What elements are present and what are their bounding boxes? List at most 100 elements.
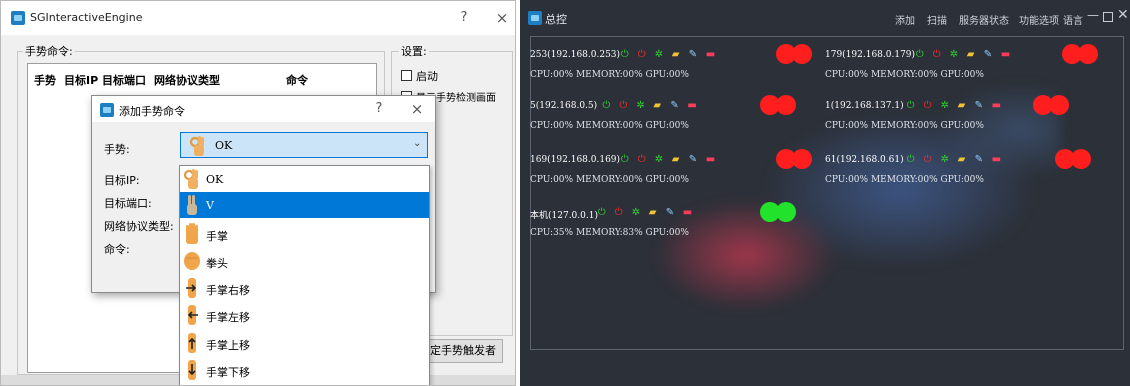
delete-icon[interactable]: ▬ [992,100,1001,111]
target-ip-label: 目标IP: [104,174,140,187]
server-name: 169(192.168.0.169) [530,155,621,165]
help-button[interactable]: ? [453,8,475,28]
settings-group-title: 设置: [399,43,429,59]
folder-icon[interactable]: ▰ [958,154,966,165]
gesture-combobox[interactable]: OK ⌄ [180,132,428,158]
command-label: 命令: [104,243,130,256]
dialog-close-button[interactable]: × [406,99,428,119]
palm-hand-icon [186,223,198,244]
option-label: 手掌左移 [206,311,250,324]
palm-up-icon [188,333,196,353]
table-header-command[interactable]: 命令 [286,72,308,88]
option-palm-up[interactable]: 手掌上移 [180,330,429,356]
settings-icon[interactable]: ✲ [636,100,644,111]
minimize-icon[interactable]: — [1087,8,1099,22]
table-header-port[interactable]: 目标端口 [102,72,146,88]
option-palm-left[interactable]: 手掌左移 [180,302,429,328]
menu-add[interactable]: 添加 [895,12,915,27]
maximize-icon[interactable] [1103,12,1113,22]
start-checkbox[interactable] [401,70,412,81]
shutdown-icon[interactable]: ⏻ [924,154,932,165]
menu-scan[interactable]: 扫描 [927,12,947,27]
edit-icon[interactable]: ✎ [975,100,983,111]
server-name: 1(192.168.137.1) [825,101,904,111]
server-stats: CPU:00% MEMORY:00% GPU:00% [530,70,689,80]
server-stats: CPU:00% MEMORY:00% GPU:00% [825,70,984,80]
shutdown-icon[interactable]: ⏻ [619,100,627,111]
option-fist[interactable]: 拳头 [180,248,429,274]
power-icon[interactable]: ⏻ [907,100,915,111]
edit-icon[interactable]: ✎ [666,207,674,218]
shutdown-icon[interactable]: ⏻ [924,100,932,111]
gesture-dropdown-list[interactable]: OK V 手掌 拳头 手掌右移 手掌左移 手掌上移 手掌下移 [179,165,430,385]
table-header-protocol[interactable]: 网络协议类型 [154,72,220,88]
power-icon[interactable]: ⏻ [907,154,915,165]
status-indicator [1078,44,1098,64]
edit-icon[interactable]: ✎ [975,154,983,165]
shutdown-icon[interactable]: ⏻ [615,207,623,218]
edit-icon[interactable]: ✎ [984,49,992,60]
status-indicator [792,149,812,169]
server-stats: CPU:00% MEMORY:00% GPU:00% [530,121,689,131]
option-label: 手掌上移 [206,339,250,352]
delete-icon[interactable]: ▬ [992,154,1001,165]
menu-server-status[interactable]: 服务器状态 [959,12,1009,27]
server-name: 253(192.168.0.253) [530,50,621,60]
power-icon[interactable]: ⏻ [602,100,610,111]
status-indicator [776,202,796,222]
delete-icon[interactable]: ▬ [683,207,692,218]
power-icon[interactable]: ⏻ [621,49,629,60]
settings-icon[interactable]: ✲ [950,49,958,60]
protocol-label: 网络协议类型: [104,220,174,233]
close-icon[interactable]: ✕ [1117,7,1129,23]
shutdown-icon[interactable]: ⏻ [933,49,941,60]
edit-icon[interactable]: ✎ [689,154,697,165]
folder-icon[interactable]: ▰ [672,154,680,165]
option-v[interactable]: V [180,192,429,218]
server-name: 179(192.168.0.179) [825,50,916,60]
settings-icon[interactable]: ✲ [941,100,949,111]
app-logo-icon [11,11,25,25]
left-app-window: SGInteractiveEngine ? × 手势命令: 手势 目标IP 目标… [0,0,516,386]
server-name: 本机(127.0.0.1) [530,211,598,221]
dialog-title: 添加手势命令 [119,105,185,118]
close-button[interactable]: × [491,8,513,28]
server-stats: CPU:00% MEMORY:00% GPU:00% [530,175,689,185]
power-icon[interactable]: ⏻ [598,207,606,218]
power-icon[interactable]: ⏻ [916,49,924,60]
status-indicator [792,44,812,64]
option-palm-right[interactable]: 手掌右移 [180,275,429,301]
edit-icon[interactable]: ✎ [689,49,697,60]
settings-icon[interactable]: ✲ [941,154,949,165]
folder-icon[interactable]: ▰ [653,100,661,111]
delete-icon[interactable]: ▬ [1001,49,1010,60]
option-palm-down[interactable]: 手掌下移 [180,357,429,383]
shutdown-icon[interactable]: ⏻ [638,49,646,60]
delete-icon[interactable]: ▬ [687,100,696,111]
folder-icon[interactable]: ▰ [958,100,966,111]
option-label: 手掌下移 [206,366,250,379]
ok-hand-icon [183,169,198,189]
settings-icon[interactable]: ✲ [655,154,663,165]
folder-icon[interactable]: ▰ [649,207,657,218]
menu-language[interactable]: 语言 [1063,12,1083,27]
server-name: 5(192.168.0.5) [530,101,598,111]
folder-icon[interactable]: ▰ [967,49,975,60]
chevron-down-icon[interactable]: ⌄ [413,138,421,149]
dialog-help-button[interactable]: ? [368,99,390,119]
table-header-gesture[interactable]: 手势 [34,72,56,88]
table-header-ip[interactable]: 目标IP [64,72,98,88]
status-indicator [1049,95,1069,115]
option-ok[interactable]: OK [180,166,429,192]
menu-options[interactable]: 功能选项 [1019,12,1059,27]
settings-icon[interactable]: ✲ [655,49,663,60]
folder-icon[interactable]: ▰ [672,49,680,60]
settings-icon[interactable]: ✲ [632,207,640,218]
delete-icon[interactable]: ▬ [706,49,715,60]
option-palm[interactable]: 手掌 [180,221,429,247]
power-icon[interactable]: ⏻ [621,154,629,165]
shutdown-icon[interactable]: ⏻ [638,154,646,165]
edit-icon[interactable]: ✎ [670,100,678,111]
delete-icon[interactable]: ▬ [706,154,715,165]
option-label: 手掌右移 [206,284,250,297]
